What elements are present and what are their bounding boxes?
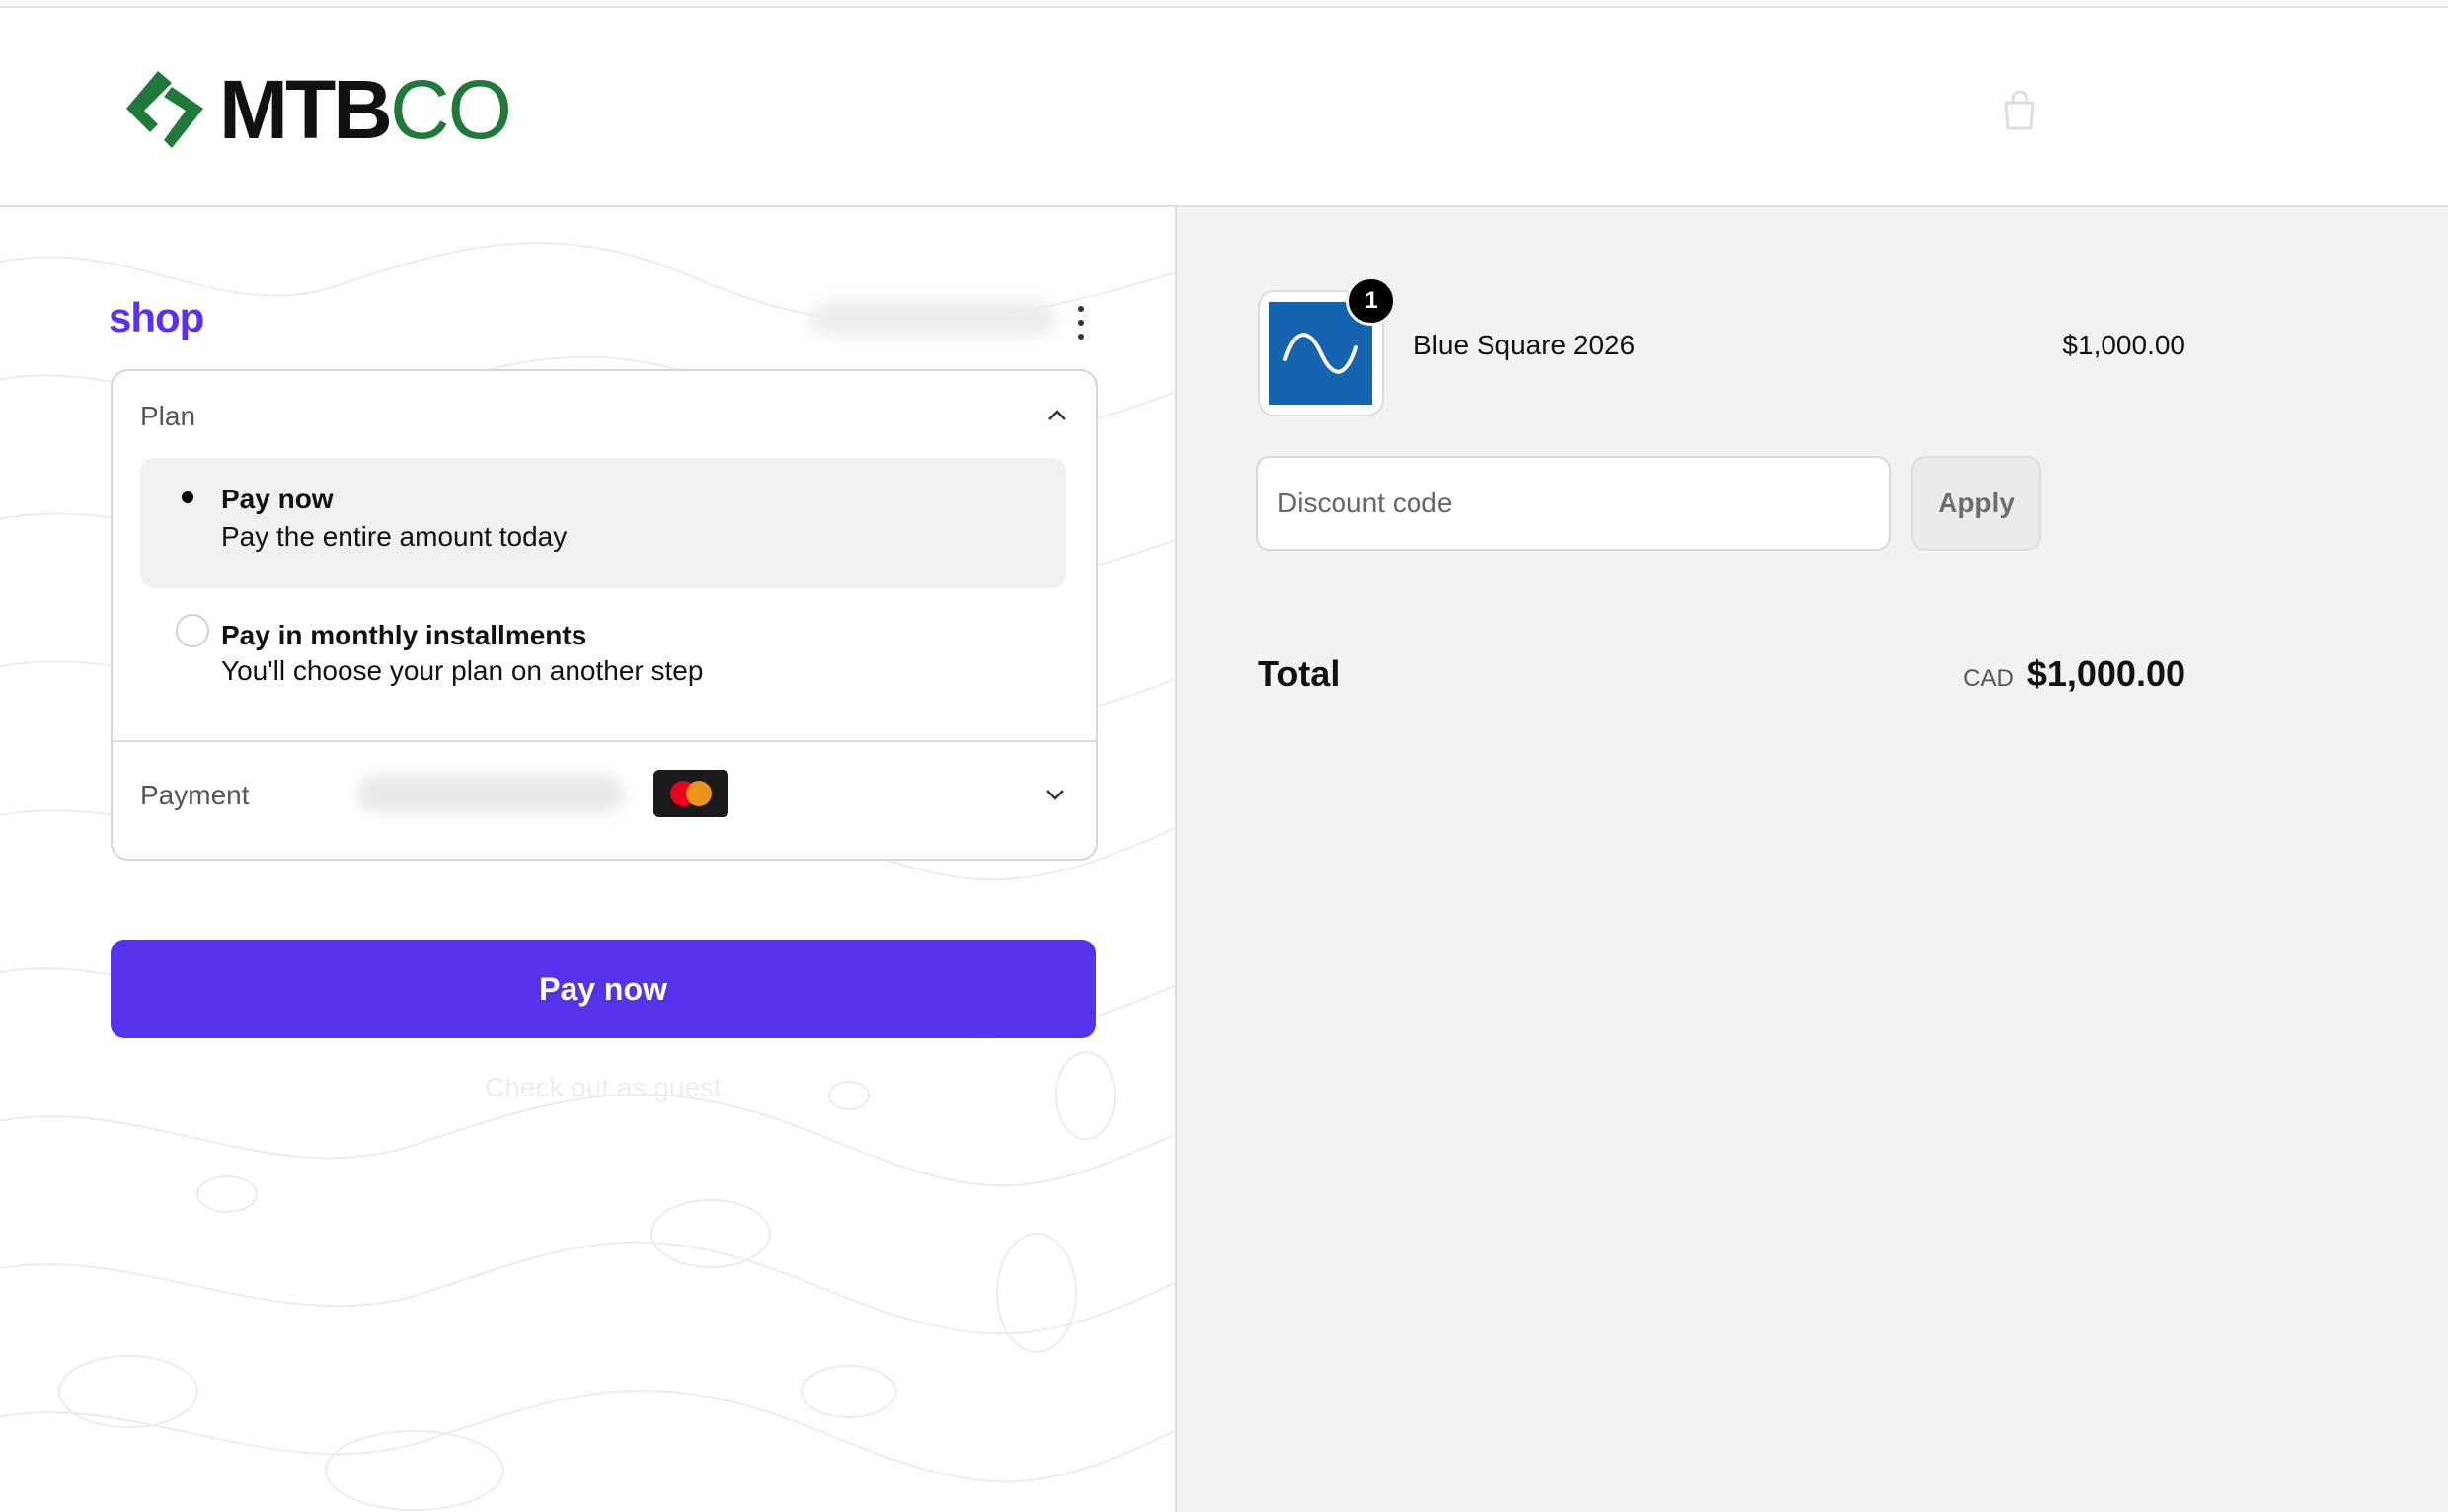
divider <box>113 740 1096 742</box>
product-name: Blue Square 2026 <box>1414 330 1636 360</box>
plan-option-subtitle: You'll choose your plan on another step <box>221 655 704 686</box>
mastercard-icon <box>653 770 728 817</box>
card-number-redacted <box>357 774 624 813</box>
plan-option-subtitle: Pay the entire amount today <box>221 521 568 552</box>
mtbco-logo-mark-icon <box>126 71 203 148</box>
payment-label: Payment <box>140 780 250 810</box>
more-options-icon[interactable] <box>1071 306 1091 340</box>
plan-option-installments[interactable]: Pay in monthly installments You'll choos… <box>140 596 1066 705</box>
checkout-panel: shop Plan Pay now Pay the entire amount … <box>0 207 1177 1512</box>
discount-code-input[interactable] <box>1256 456 1891 551</box>
total-amount: CAD $1,000.00 <box>1963 653 2185 695</box>
logo-text-mtb: MTB <box>219 63 393 156</box>
pay-now-button[interactable]: Pay now <box>111 940 1096 1038</box>
quantity-badge: 1 <box>1346 276 1396 326</box>
logo-wordmark: MTBCO <box>219 68 512 151</box>
shopping-bag-icon[interactable] <box>2000 89 2039 132</box>
product-price: $1,000.00 <box>2062 330 2185 360</box>
total-label: Total <box>1258 653 1340 694</box>
shop-pay-logo: shop <box>109 294 204 340</box>
plan-option-title: Pay in monthly installments <box>221 620 587 650</box>
currency-code: CAD <box>1963 665 2014 692</box>
plan-option-pay-now[interactable]: Pay now Pay the entire amount today <box>140 458 1066 588</box>
radio-unselected[interactable] <box>176 614 209 647</box>
order-summary: 1 Blue Square 2026 $1,000.00 Apply Total… <box>1177 207 2448 1512</box>
guest-checkout-link[interactable]: Check out as guest <box>111 1072 1096 1103</box>
chevron-up-icon[interactable] <box>1046 409 1068 422</box>
plan-label: Plan <box>140 401 196 431</box>
payment-card: Plan Pay now Pay the entire amount today… <box>111 369 1098 861</box>
radio-selected[interactable] <box>182 491 193 503</box>
account-email-redacted <box>809 302 1056 336</box>
plan-option-title: Pay now <box>221 484 334 514</box>
site-header: MTBCO <box>0 8 2448 207</box>
total-value: $1,000.00 <box>2027 653 2185 694</box>
apply-discount-button[interactable]: Apply <box>1911 456 2041 551</box>
logo-text-co: CO <box>389 63 512 156</box>
mtbco-logo[interactable]: MTBCO <box>124 65 512 154</box>
chevron-down-icon[interactable] <box>1044 788 1066 801</box>
browser-top-edge <box>0 0 2448 8</box>
